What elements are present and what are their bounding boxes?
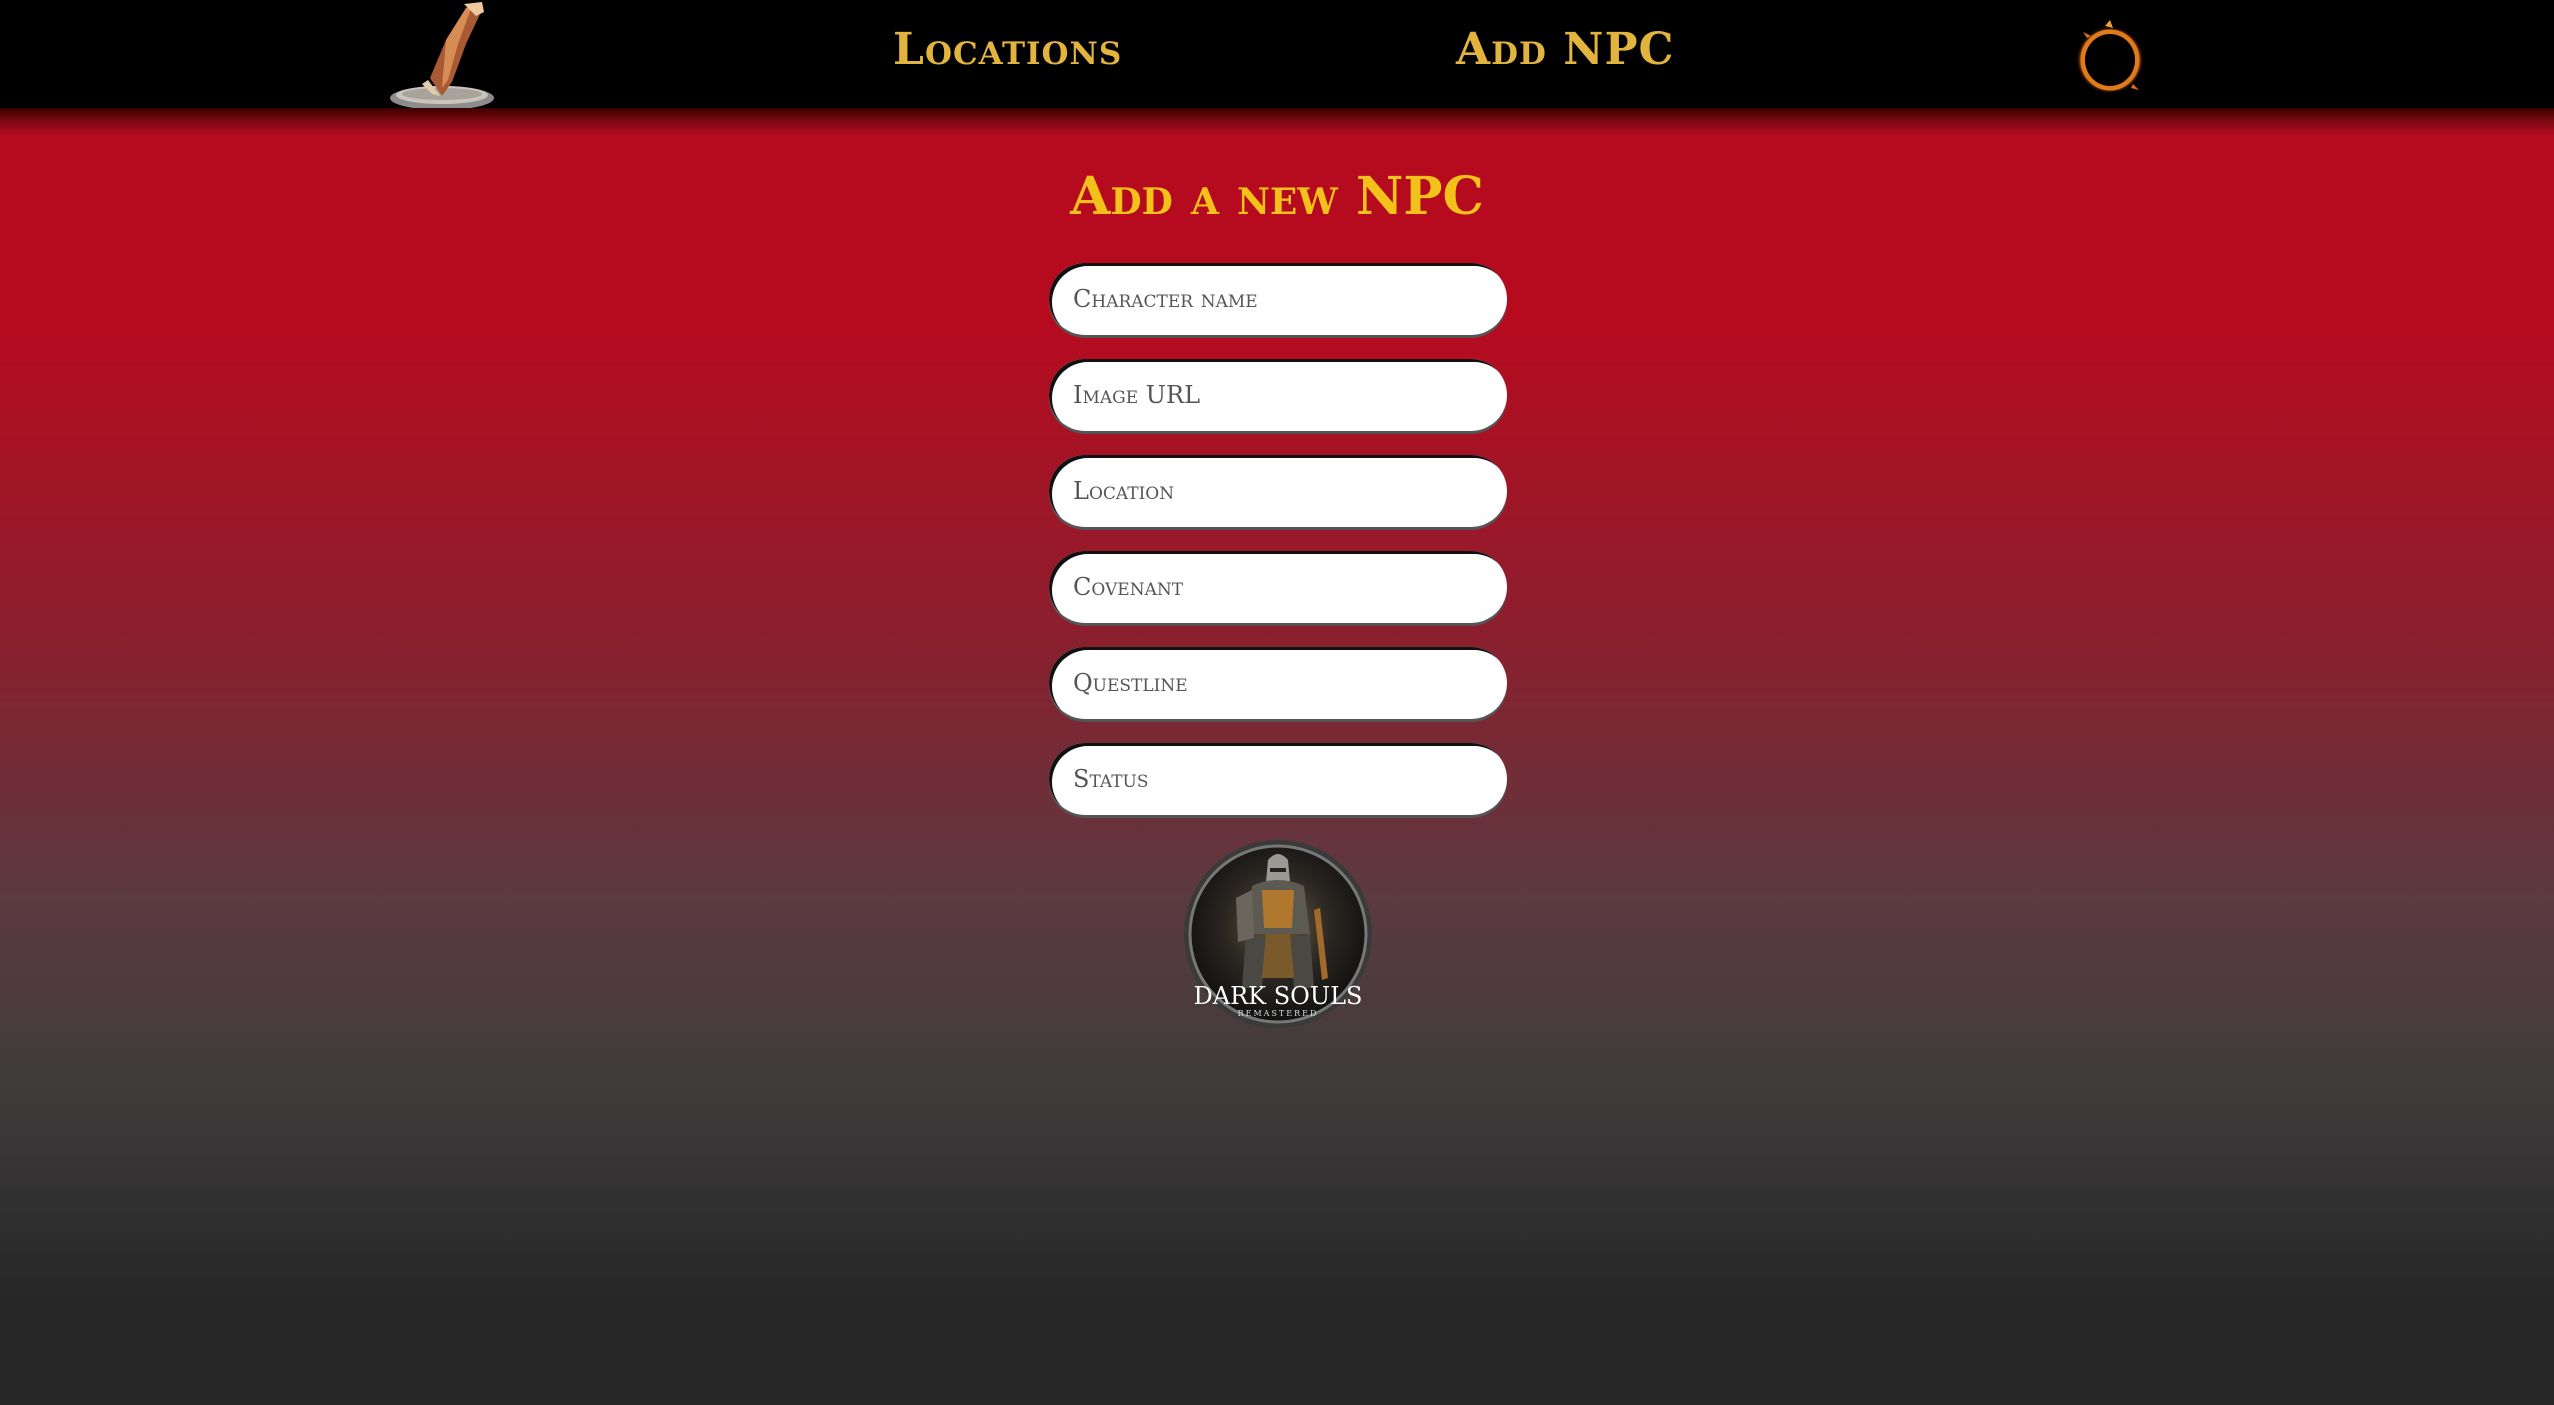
dark-souls-emblem-submit-button[interactable]: DARK SOULS REMASTERED xyxy=(1182,838,1374,1030)
darksign-ring-icon[interactable] xyxy=(2075,20,2145,96)
bone-shard-logo-icon[interactable] xyxy=(386,0,498,112)
top-navbar: Locations Add NPC xyxy=(0,0,2554,110)
nav-link-locations[interactable]: Locations xyxy=(893,28,1122,72)
status-input[interactable] xyxy=(1049,743,1507,815)
location-input[interactable] xyxy=(1049,455,1507,527)
navbar-shadow-divider xyxy=(0,108,2554,136)
questline-input[interactable] xyxy=(1049,647,1507,719)
nav-link-add-npc[interactable]: Add NPC xyxy=(1456,28,1675,72)
character-name-input[interactable] xyxy=(1049,263,1507,335)
covenant-input[interactable] xyxy=(1049,551,1507,623)
add-npc-form xyxy=(1049,263,1507,839)
emblem-subtitle: REMASTERED xyxy=(1238,1009,1319,1018)
page-title: Add a new NPC xyxy=(1070,166,1484,227)
image-url-input[interactable] xyxy=(1049,359,1507,431)
emblem-title: DARK SOULS xyxy=(1194,982,1363,1010)
